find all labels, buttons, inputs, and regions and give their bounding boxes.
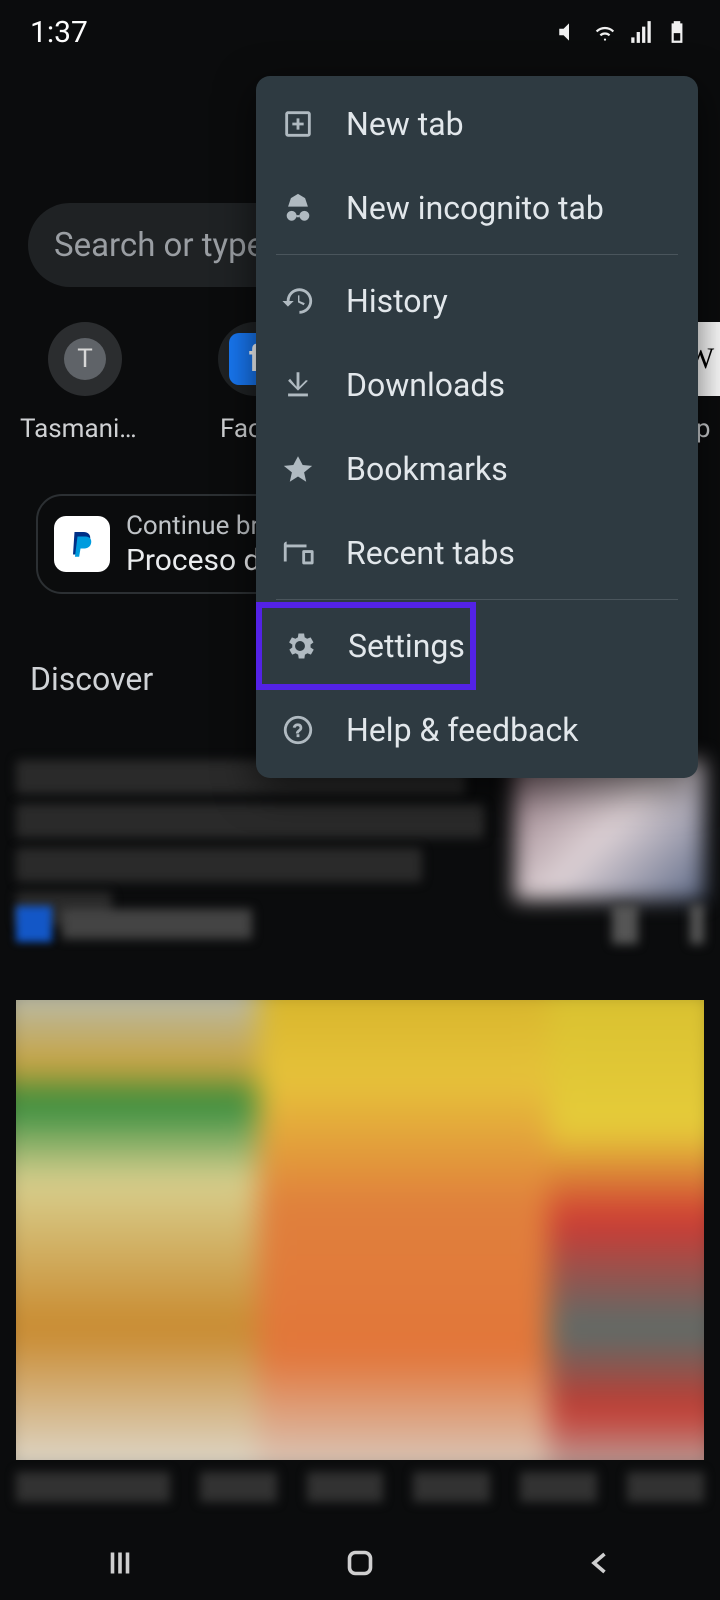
menu-history[interactable]: History bbox=[256, 259, 698, 343]
download-icon bbox=[280, 367, 316, 403]
menu-label: Bookmarks bbox=[346, 450, 508, 488]
overflow-icon[interactable] bbox=[690, 904, 704, 944]
menu-incognito[interactable]: New incognito tab bbox=[256, 166, 698, 250]
star-icon bbox=[280, 451, 316, 487]
menu-settings[interactable]: Settings bbox=[258, 604, 474, 688]
system-nav-bar bbox=[0, 1526, 720, 1600]
menu-help[interactable]: Help & feedback bbox=[256, 688, 698, 772]
menu-recent-tabs[interactable]: Recent tabs bbox=[256, 511, 698, 595]
menu-label: Settings bbox=[348, 627, 465, 665]
status-bar: 1:37 bbox=[0, 0, 720, 64]
battery-icon bbox=[664, 19, 690, 45]
plus-box-icon bbox=[280, 106, 316, 142]
menu-separator bbox=[276, 599, 678, 600]
shortcut-label: Tasmania… bbox=[20, 414, 150, 444]
menu-downloads[interactable]: Downloads bbox=[256, 343, 698, 427]
home-button[interactable] bbox=[342, 1545, 378, 1581]
status-time: 1:37 bbox=[30, 15, 88, 50]
feed-thumb bbox=[514, 760, 704, 900]
mute-icon bbox=[556, 19, 582, 45]
gear-icon bbox=[282, 628, 318, 664]
menu-label: New tab bbox=[346, 105, 464, 143]
shortcut-tasmania[interactable]: T Tasmania… bbox=[28, 322, 142, 472]
back-button[interactable] bbox=[582, 1545, 618, 1581]
incognito-icon bbox=[280, 190, 316, 226]
recents-button[interactable] bbox=[102, 1545, 138, 1581]
wifi-icon bbox=[592, 19, 618, 45]
help-icon bbox=[280, 712, 316, 748]
feed-article-2[interactable] bbox=[16, 1000, 704, 1460]
feed-source-row bbox=[16, 904, 704, 944]
menu-label: Recent tabs bbox=[346, 534, 515, 572]
shortcut-glyph: T bbox=[64, 338, 106, 380]
overflow-menu: New tab New incognito tab History Downlo… bbox=[256, 76, 698, 778]
devices-icon bbox=[280, 535, 316, 571]
menu-new-tab[interactable]: New tab bbox=[256, 82, 698, 166]
menu-label: History bbox=[346, 282, 448, 320]
paypal-icon bbox=[54, 516, 110, 572]
feed-caption bbox=[16, 1472, 704, 1510]
menu-bookmarks[interactable]: Bookmarks bbox=[256, 427, 698, 511]
menu-label: Help & feedback bbox=[346, 711, 578, 749]
signal-icon bbox=[628, 19, 654, 45]
menu-label: New incognito tab bbox=[346, 189, 604, 227]
menu-label: Downloads bbox=[346, 366, 505, 404]
discover-heading: Discover bbox=[30, 660, 153, 698]
share-icon[interactable] bbox=[612, 904, 638, 944]
menu-separator bbox=[276, 254, 678, 255]
history-icon bbox=[280, 283, 316, 319]
